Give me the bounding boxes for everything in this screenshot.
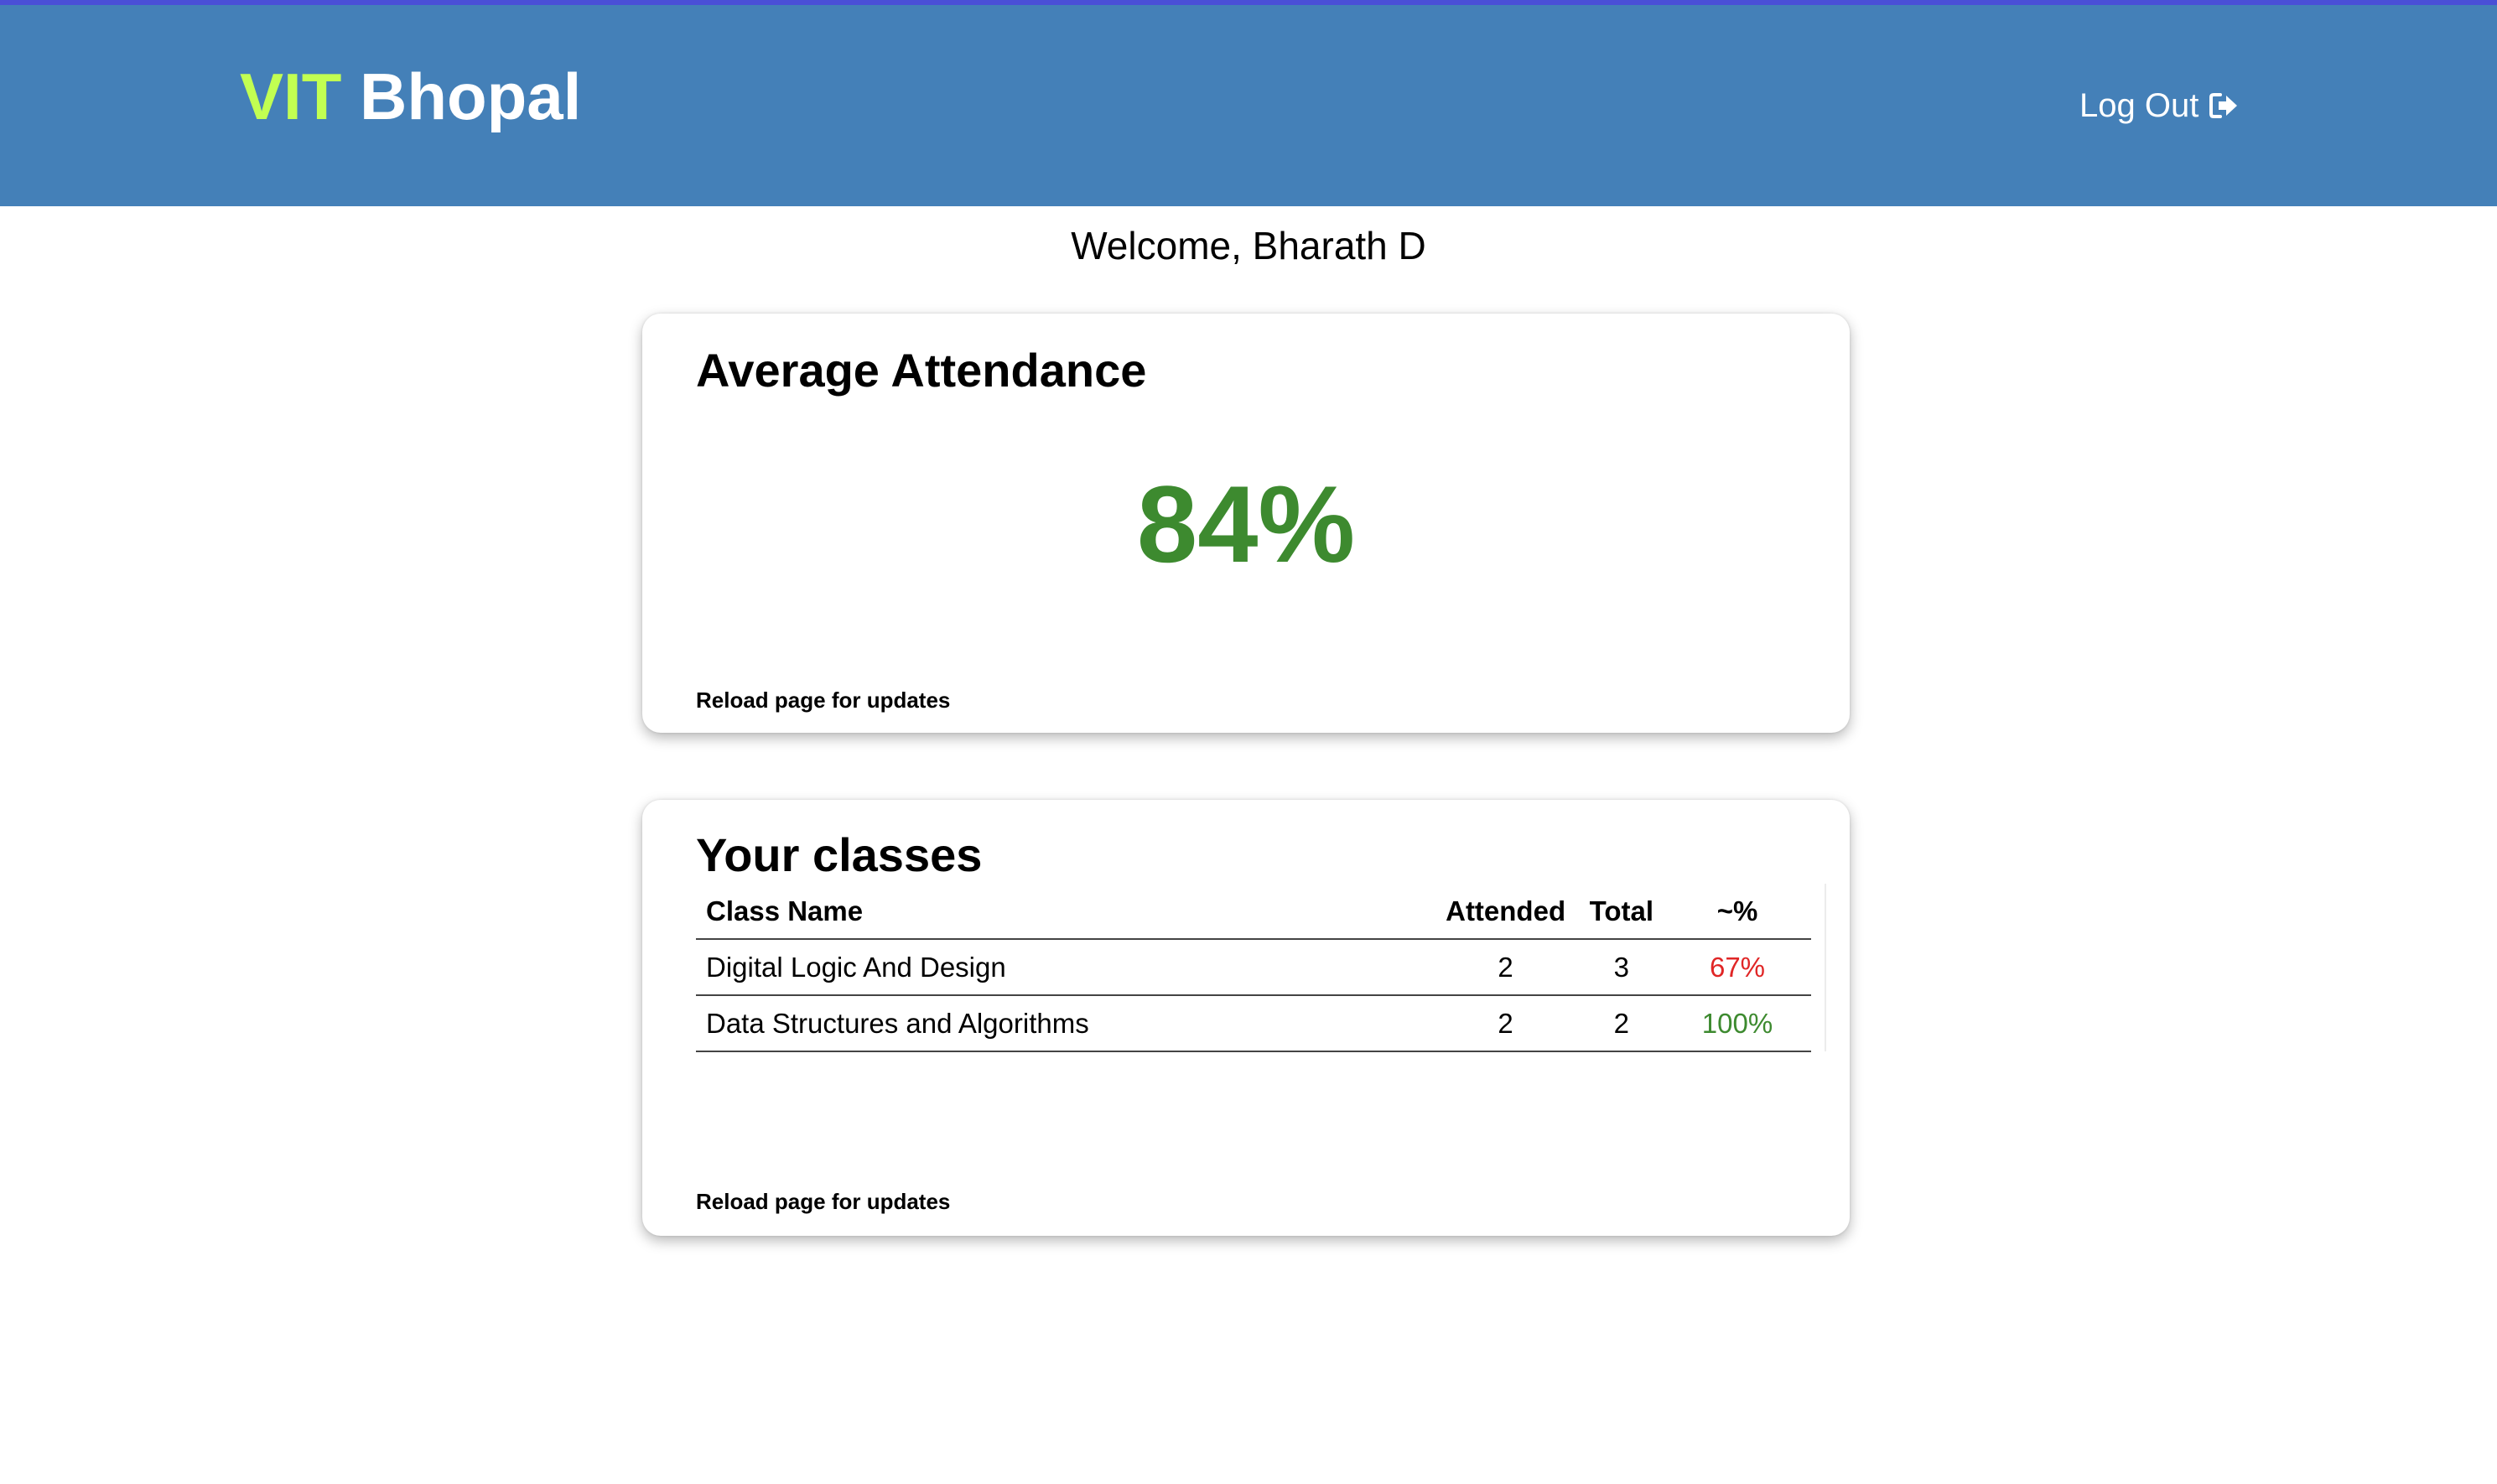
column-header-percent: ~% (1664, 884, 1811, 940)
logo-bhopal-text: Bhopal (360, 60, 582, 133)
classes-table-container: Class Name Attended Total ~% Digital Log… (696, 884, 1850, 1052)
classes-table: Class Name Attended Total ~% Digital Log… (696, 884, 1811, 1052)
attended-cell: 2 (1431, 995, 1580, 1052)
classes-card: Your classes Class Name Attended Total ~… (642, 800, 1850, 1236)
total-cell: 3 (1579, 939, 1664, 996)
reload-note: Reload page for updates (696, 1189, 951, 1214)
logo-vit-text: VIT (240, 60, 342, 133)
table-row: Data Structures and Algorithms 2 2 100% (696, 995, 1811, 1052)
attended-cell: 2 (1431, 939, 1580, 996)
percent-cell: 100% (1664, 995, 1811, 1052)
logout-label: Log Out (2079, 87, 2199, 124)
average-attendance-card: Average Attendance 84% Reload page for u… (642, 314, 1850, 733)
average-attendance-title: Average Attendance (696, 344, 1147, 397)
column-header-total: Total (1579, 884, 1664, 940)
table-header-row: Class Name Attended Total ~% (696, 884, 1811, 940)
total-cell: 2 (1579, 995, 1664, 1052)
percent-cell: 67% (1664, 939, 1811, 996)
column-header-attended: Attended (1431, 884, 1580, 940)
average-attendance-value: 84% (1136, 463, 1356, 585)
site-header: VIT Bhopal Log Out (0, 5, 2497, 206)
table-scrollbar[interactable] (1825, 884, 1826, 1051)
class-name-cell: Digital Logic And Design (696, 939, 1432, 996)
welcome-message: Welcome, Bharath D (1071, 224, 1426, 267)
table-row: Digital Logic And Design 2 3 67% (696, 939, 1811, 996)
reload-note: Reload page for updates (696, 688, 951, 713)
classes-title: Your classes (696, 828, 983, 881)
column-header-class-name: Class Name (696, 884, 1432, 940)
site-logo[interactable]: VIT Bhopal (240, 64, 581, 129)
sign-out-icon (2209, 93, 2238, 118)
logout-button[interactable]: Log Out (2079, 89, 2239, 122)
class-name-cell: Data Structures and Algorithms (696, 995, 1432, 1052)
